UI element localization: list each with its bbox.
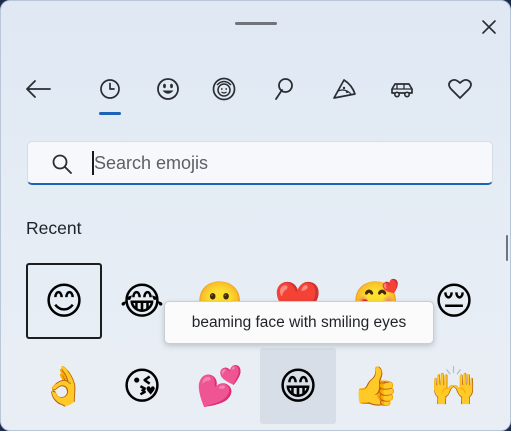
category-nav	[1, 71, 510, 115]
search-icon	[52, 154, 72, 174]
person-icon	[212, 77, 236, 101]
scrollbar-thumb[interactable]	[506, 235, 508, 261]
emoji-glyph: 💕	[196, 364, 244, 408]
close-icon	[482, 20, 496, 34]
section-title: Recent	[26, 218, 82, 238]
emoji-raising-hands[interactable]: 🙌	[416, 348, 492, 424]
emoji-glyph: 😘	[122, 364, 162, 408]
leaf-icon	[275, 78, 293, 100]
emoji-tooltip: beaming face with smiling eyes	[164, 301, 434, 344]
drag-handle[interactable]	[235, 22, 277, 25]
tab-recent[interactable]	[92, 71, 128, 107]
emoji-glyph: 😁	[278, 364, 318, 408]
emoji-glyph: 🙌	[430, 364, 478, 408]
tab-food[interactable]	[326, 71, 362, 107]
tab-symbols[interactable]	[442, 71, 478, 107]
heart-icon	[448, 78, 472, 99]
tab-nature[interactable]	[266, 71, 302, 107]
emoji-blowing-kiss[interactable]: 😘	[104, 348, 180, 424]
arrow-left-icon	[26, 80, 51, 98]
emoji-beaming-face[interactable]: 😁	[260, 348, 336, 424]
close-button[interactable]	[475, 13, 503, 41]
emoji-glyph: 👌	[40, 364, 88, 408]
car-icon	[391, 83, 413, 98]
search-input[interactable]	[94, 151, 474, 175]
emoji-glyph: 😔	[434, 279, 474, 323]
clock-icon	[100, 79, 120, 99]
emoji-glyph: 👍	[352, 364, 400, 408]
tab-people[interactable]	[206, 71, 242, 107]
pizza-icon	[333, 79, 356, 99]
emoji-two-hearts[interactable]: 💕	[182, 348, 258, 424]
emoji-ok-hand[interactable]: 👌	[26, 348, 102, 424]
back-button[interactable]	[20, 71, 56, 107]
emoji-thumbs-up[interactable]: 👍	[338, 348, 414, 424]
smiley-icon	[157, 78, 179, 100]
emoji-panel: Recent 😊 😂 🥲 ❤️ 🥰 😔 👌 😘 💕 😁 👍 🙌 beaming …	[0, 0, 511, 431]
tab-smileys[interactable]	[150, 71, 186, 107]
emoji-glyph: 😂	[119, 279, 165, 323]
active-tab-indicator	[99, 112, 121, 115]
emoji-smiling-face[interactable]: 😊	[26, 263, 102, 339]
emoji-glyph: 😊	[44, 279, 84, 323]
tab-travel[interactable]	[384, 71, 420, 107]
